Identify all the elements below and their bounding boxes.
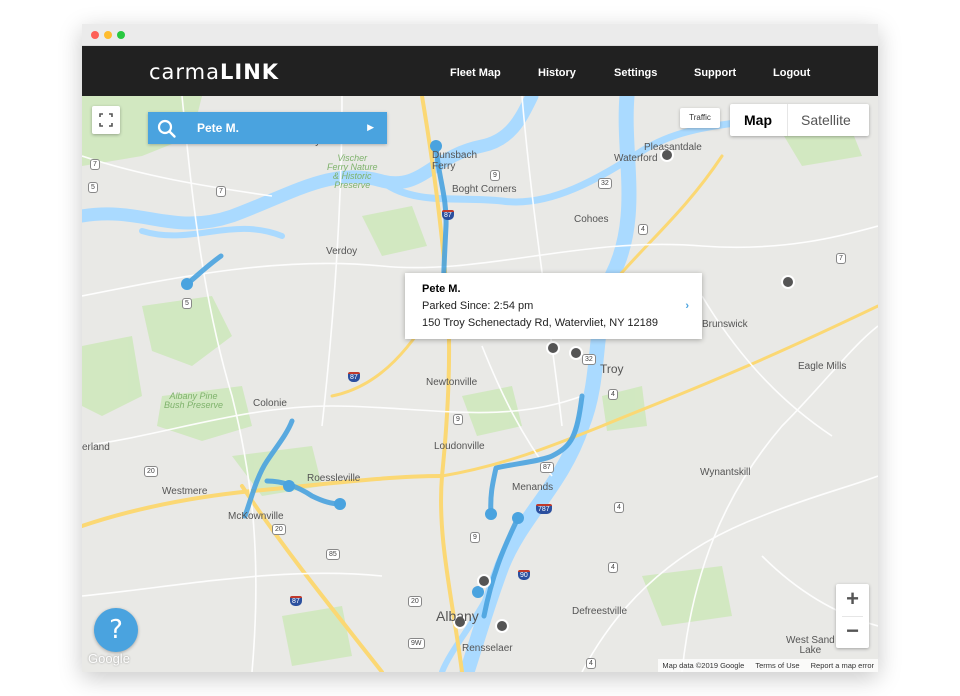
route-shield: 4 bbox=[586, 658, 596, 669]
zoom-in-button[interactable]: + bbox=[836, 584, 869, 616]
logo-text-light: carma bbox=[149, 60, 221, 84]
route-shield: 4 bbox=[614, 502, 624, 513]
interstate-shield: 87 bbox=[348, 372, 360, 382]
google-logo: Google bbox=[88, 651, 130, 666]
route-shield: 4 bbox=[638, 224, 648, 235]
zoom-control: + − bbox=[836, 584, 869, 648]
map-data-credit: Map data ©2019 Google bbox=[662, 661, 745, 670]
fleet-map[interactable]: Visscher Ferry Vischer Ferry Nature & Hi… bbox=[82, 96, 878, 672]
route-shield: 7 bbox=[216, 186, 226, 197]
play-arrow-icon[interactable]: ▶ bbox=[367, 122, 374, 133]
place-label: Roessleville bbox=[307, 473, 361, 484]
route-shield: 7 bbox=[90, 159, 100, 170]
map-type-satellite[interactable]: Satellite bbox=[801, 112, 851, 128]
place-label: Albany bbox=[436, 608, 479, 624]
map-type-control: Map Satellite bbox=[730, 104, 869, 136]
route-shield: 4 bbox=[608, 562, 618, 573]
fullscreen-icon bbox=[99, 113, 113, 127]
route-shield: 20 bbox=[408, 596, 422, 607]
carmalink-logo[interactable]: carmaLINK bbox=[149, 60, 279, 84]
route-shield: 32 bbox=[582, 354, 596, 365]
place-label: West Sand Lake bbox=[786, 635, 835, 656]
place-label: Verdoy bbox=[326, 246, 358, 257]
map-type-divider bbox=[787, 104, 788, 136]
interstate-shield: 90 bbox=[518, 570, 530, 580]
browser-window: carmaLINK Fleet Map History Settings Sup… bbox=[82, 24, 878, 672]
place-label: Dunsbach Ferry bbox=[432, 150, 478, 172]
terms-of-use-link[interactable]: Terms of Use bbox=[755, 661, 799, 670]
route-shield: 20 bbox=[144, 466, 158, 477]
place-label: McKownville bbox=[228, 511, 284, 522]
route-shield: 32 bbox=[598, 178, 612, 189]
help-button[interactable]: ? bbox=[94, 608, 138, 652]
route-shield: 9 bbox=[490, 170, 500, 181]
top-navbar: carmaLINK Fleet Map History Settings Sup… bbox=[82, 46, 878, 96]
route-markers bbox=[181, 140, 524, 598]
place-label: Pleasantdale bbox=[644, 142, 702, 153]
search-icon bbox=[157, 119, 176, 138]
logo-text-bold: LINK bbox=[220, 60, 280, 84]
place-label: Menands bbox=[512, 482, 554, 493]
map-base-layer bbox=[82, 96, 878, 672]
interstate-shield: 87 bbox=[290, 596, 302, 606]
place-label-preserve: Vischer Ferry Nature & Historic Preserve bbox=[327, 153, 378, 190]
nav-logout[interactable]: Logout bbox=[773, 67, 810, 79]
vehicle-search-bar[interactable]: Pete M. ▶ bbox=[148, 112, 387, 144]
route-shield: 9W bbox=[408, 638, 425, 649]
place-label: Westmere bbox=[162, 486, 208, 497]
report-map-error-link[interactable]: Report a map error bbox=[811, 661, 874, 670]
route-shield: 4 bbox=[608, 389, 618, 400]
place-label: Eagle Mills bbox=[798, 361, 847, 372]
maximize-window-button[interactable] bbox=[117, 31, 125, 39]
place-label: Rensselaer bbox=[462, 643, 513, 654]
chevron-right-icon[interactable]: › bbox=[685, 300, 689, 312]
route-shield: 85 bbox=[326, 549, 340, 560]
place-label: Colonie bbox=[253, 398, 287, 409]
route-shield: 5 bbox=[182, 298, 192, 309]
place-label: Newtonville bbox=[426, 377, 478, 388]
vehicle-info-window[interactable]: Pete M. Parked Since: 2:54 pm 150 Troy S… bbox=[405, 273, 702, 339]
nav-fleet-map[interactable]: Fleet Map bbox=[450, 67, 501, 79]
place-label: Waterford bbox=[614, 153, 658, 164]
place-label-pine-bush: Albany Pine Bush Preserve bbox=[164, 391, 224, 410]
map-attribution: Map data ©2019 Google Terms of Use Repor… bbox=[658, 659, 878, 672]
route-shield: 7 bbox=[836, 253, 846, 264]
route-shield: 9 bbox=[470, 532, 480, 543]
traffic-toggle[interactable]: Traffic bbox=[680, 108, 720, 128]
place-label: Defreestville bbox=[572, 606, 628, 617]
nav-support[interactable]: Support bbox=[694, 67, 736, 79]
map-type-map[interactable]: Map bbox=[744, 112, 772, 128]
place-label: erland bbox=[82, 442, 110, 453]
info-address: 150 Troy Schenectady Rd, Watervliet, NY … bbox=[422, 317, 659, 329]
info-parked-since: Parked Since: 2:54 pm bbox=[422, 300, 534, 312]
place-label: Loudonville bbox=[434, 441, 485, 452]
minimize-window-button[interactable] bbox=[104, 31, 112, 39]
place-label: Wynantskill bbox=[700, 467, 751, 478]
title-bar bbox=[82, 24, 878, 46]
help-icon: ? bbox=[109, 615, 123, 645]
interstate-shield: 787 bbox=[536, 504, 552, 514]
route-shield: 5 bbox=[88, 182, 98, 193]
zoom-out-button[interactable]: − bbox=[836, 616, 869, 648]
place-label: Brunswick bbox=[702, 319, 748, 330]
selected-driver-name: Pete M. bbox=[197, 121, 240, 135]
place-label: Boght Corners bbox=[452, 184, 517, 195]
route-shield: 87 bbox=[540, 462, 554, 473]
close-window-button[interactable] bbox=[91, 31, 99, 39]
place-label: Cohoes bbox=[574, 214, 609, 225]
nav-settings[interactable]: Settings bbox=[614, 67, 657, 79]
fullscreen-button[interactable] bbox=[92, 106, 120, 134]
place-label: Troy bbox=[600, 362, 624, 376]
nav-history[interactable]: History bbox=[538, 67, 576, 79]
info-driver-name: Pete M. bbox=[422, 283, 461, 295]
route-shield: 20 bbox=[272, 524, 286, 535]
route-shield: 9 bbox=[453, 414, 463, 425]
interstate-shield: 87 bbox=[442, 210, 454, 220]
